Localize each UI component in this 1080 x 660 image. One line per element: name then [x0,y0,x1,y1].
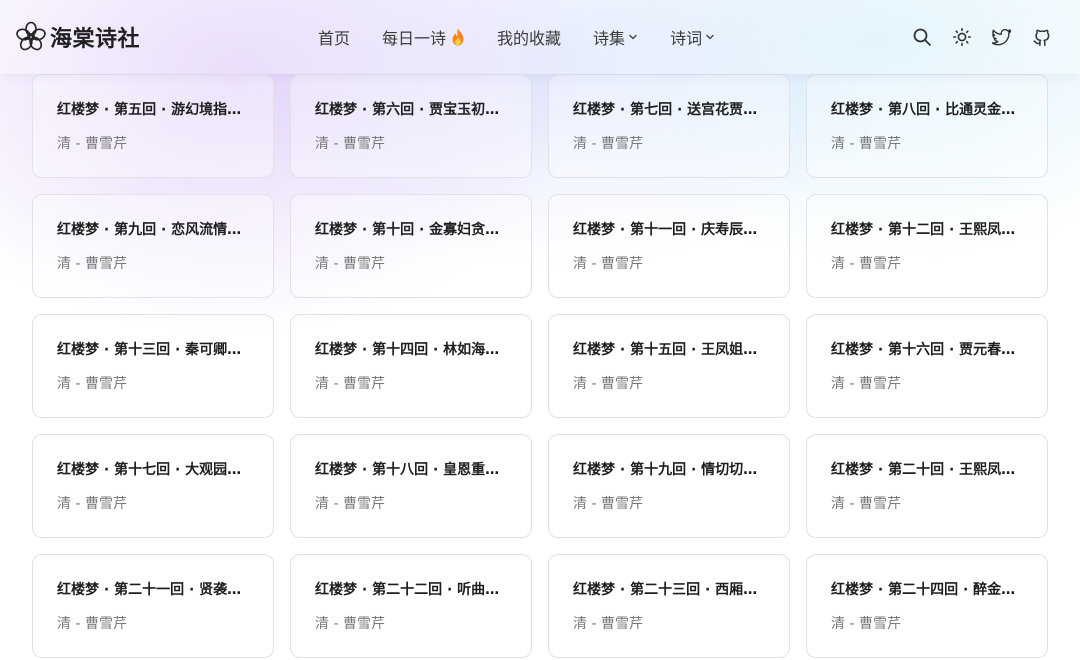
poem-card-author: 清 - 曹雪芹 [315,616,385,632]
poem-card-author: 清 - 曹雪芹 [315,136,385,152]
poem-card[interactable]: 红楼梦 · 第五回 · 游幻境指迷... 清 - 曹雪芹 [32,74,274,178]
poem-card-title: 红楼梦 · 第十二回 · 王熙凤毒... [831,222,1023,238]
poem-card-author: 清 - 曹雪芹 [573,376,643,392]
twitter-icon [992,28,1012,46]
poem-card-author: 清 - 曹雪芹 [57,136,127,152]
poem-card-title: 红楼梦 · 第二十四回 · 醉金刚... [831,582,1023,598]
poem-card-title: 红楼梦 · 第十回 · 金寡妇贪利... [315,222,507,238]
poem-card-author: 清 - 曹雪芹 [315,496,385,512]
poem-card-author: 清 - 曹雪芹 [831,496,901,512]
nav-daily-poem[interactable]: 每日一诗 [382,25,465,49]
poem-card-author: 清 - 曹雪芹 [831,256,901,272]
poem-card-title: 红楼梦 · 第二十二回 · 听曲文... [315,582,507,598]
search-button[interactable] [910,25,934,49]
poem-card-author: 清 - 曹雪芹 [573,496,643,512]
poem-card-title: 红楼梦 · 第九回 · 恋风流情友... [57,222,249,238]
site-logo[interactable]: 海棠诗社 [15,21,140,53]
poem-card-author: 清 - 曹雪芹 [57,496,127,512]
poem-card[interactable]: 红楼梦 · 第十回 · 金寡妇贪利... 清 - 曹雪芹 [290,194,532,298]
poem-card[interactable]: 红楼梦 · 第十九回 · 情切切良... 清 - 曹雪芹 [548,434,790,538]
poem-card[interactable]: 红楼梦 · 第十八回 · 皇恩重元... 清 - 曹雪芹 [290,434,532,538]
poem-card[interactable]: 红楼梦 · 第二十二回 · 听曲文... 清 - 曹雪芹 [290,554,532,658]
poem-card-author: 清 - 曹雪芹 [573,616,643,632]
poem-card-title: 红楼梦 · 第二十回 · 王熙凤正... [831,462,1023,478]
nav-favorites[interactable]: 我的收藏 [497,25,561,49]
poem-card-title: 红楼梦 · 第八回 · 比通灵金莺... [831,102,1023,118]
poem-card-author: 清 - 曹雪芹 [831,136,901,152]
poem-card[interactable]: 红楼梦 · 第六回 · 贾宝玉初试... 清 - 曹雪芹 [290,74,532,178]
poem-card[interactable]: 红楼梦 · 第十四回 · 林如海捐... 清 - 曹雪芹 [290,314,532,418]
poem-card-title: 红楼梦 · 第七回 · 送宫花贾琏... [573,102,765,118]
nav-collections-label: 诗集 [593,29,626,48]
poem-card-author: 清 - 曹雪芹 [831,376,901,392]
poem-card-author: 清 - 曹雪芹 [573,256,643,272]
poem-card-title: 红楼梦 · 第六回 · 贾宝玉初试... [315,102,507,118]
poem-card-title: 红楼梦 · 第二十三回 · 西厢记... [573,582,765,598]
poem-card-title: 红楼梦 · 第二十一回 · 贤袭人... [57,582,249,598]
nav-collections-dropdown[interactable]: 诗集 [593,25,638,49]
search-icon [913,28,931,46]
github-link[interactable] [1030,25,1054,49]
header-tools [894,25,1054,49]
poem-card[interactable]: 红楼梦 · 第十五回 · 王凤姐弄... 清 - 曹雪芹 [548,314,790,418]
poem-card[interactable]: 红楼梦 · 第九回 · 恋风流情友... 清 - 曹雪芹 [32,194,274,298]
poem-card-title: 红楼梦 · 第十五回 · 王凤姐弄... [573,342,765,358]
nav-home[interactable]: 首页 [318,25,350,49]
poem-card-title: 红楼梦 · 第十七回 · 大观园试... [57,462,249,478]
site-name: 海棠诗社 [50,27,141,52]
flower-logo-icon [16,21,46,51]
poem-card-title: 红楼梦 · 第十九回 · 情切切良... [573,462,765,478]
poem-card-author: 清 - 曹雪芹 [831,616,901,632]
poem-card[interactable]: 红楼梦 · 第二十一回 · 贤袭人... 清 - 曹雪芹 [32,554,274,658]
poem-card-title: 红楼梦 · 第十四回 · 林如海捐... [315,342,507,358]
nav-daily-poem-label: 每日一诗 [382,29,447,48]
nav-poetry-label: 诗词 [670,29,703,48]
twitter-link[interactable] [990,25,1014,49]
top-navbar: 海棠诗社 首页 每日一诗 我的收藏 诗集 诗词 [0,0,1080,74]
chevron-down-icon [629,34,637,40]
poem-card-author: 清 - 曹雪芹 [315,256,385,272]
nav-favorites-label: 我的收藏 [497,29,562,48]
poem-card[interactable]: 红楼梦 · 第十六回 · 贾元春才... 清 - 曹雪芹 [806,314,1048,418]
poem-card-author: 清 - 曹雪芹 [57,256,127,272]
poem-card-author: 清 - 曹雪芹 [315,376,385,392]
nav-poetry-dropdown[interactable]: 诗词 [670,25,715,49]
fire-icon [452,28,464,46]
poem-card-title: 红楼梦 · 第十一回 · 庆寿辰宁... [573,222,765,238]
poem-card-title: 红楼梦 · 第十八回 · 皇恩重元... [315,462,507,478]
poem-card[interactable]: 红楼梦 · 第十一回 · 庆寿辰宁... 清 - 曹雪芹 [548,194,790,298]
poem-card[interactable]: 红楼梦 · 第二十三回 · 西厢记... 清 - 曹雪芹 [548,554,790,658]
poem-card-title: 红楼梦 · 第十三回 · 秦可卿死... [57,342,249,358]
poem-card[interactable]: 红楼梦 · 第七回 · 送宫花贾琏... 清 - 曹雪芹 [548,74,790,178]
nav-home-label: 首页 [318,29,351,48]
poem-card[interactable]: 红楼梦 · 第八回 · 比通灵金莺... 清 - 曹雪芹 [806,74,1048,178]
github-icon [1033,29,1050,46]
chevron-down-icon [706,34,714,40]
poem-card[interactable]: 红楼梦 · 第十二回 · 王熙凤毒... 清 - 曹雪芹 [806,194,1048,298]
poem-card[interactable]: 红楼梦 · 第二十四回 · 醉金刚... 清 - 曹雪芹 [806,554,1048,658]
poem-card-author: 清 - 曹雪芹 [57,616,127,632]
poem-card[interactable]: 红楼梦 · 第十三回 · 秦可卿死... 清 - 曹雪芹 [32,314,274,418]
poem-card-author: 清 - 曹雪芹 [573,136,643,152]
sun-icon [953,28,971,46]
poem-card[interactable]: 红楼梦 · 第十七回 · 大观园试... 清 - 曹雪芹 [32,434,274,538]
poem-card-author: 清 - 曹雪芹 [57,376,127,392]
theme-toggle-button[interactable] [950,25,974,49]
main-nav: 首页 每日一诗 我的收藏 诗集 诗词 [318,0,747,74]
poem-card-title: 红楼梦 · 第十六回 · 贾元春才... [831,342,1023,358]
poem-card[interactable]: 红楼梦 · 第二十回 · 王熙凤正... 清 - 曹雪芹 [806,434,1048,538]
poem-card-title: 红楼梦 · 第五回 · 游幻境指迷... [57,102,249,118]
